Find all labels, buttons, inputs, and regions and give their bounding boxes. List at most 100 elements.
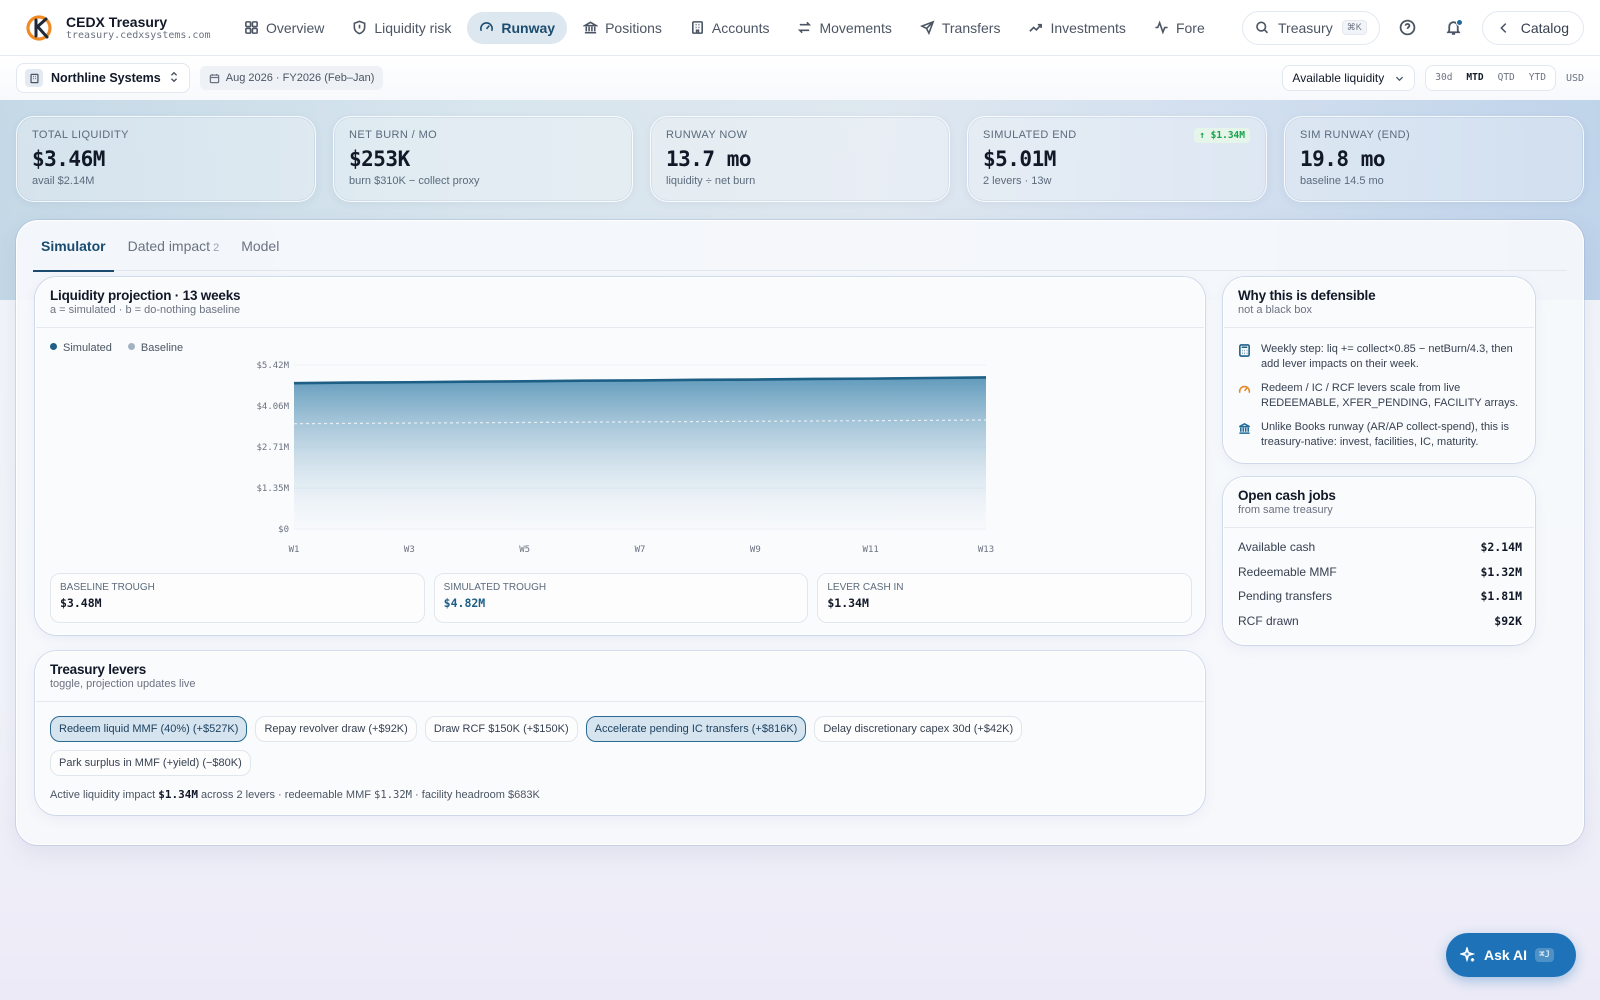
lever-chip-park-surplus[interactable]: Park surplus in MMF (+yield) (−$80K)	[50, 750, 251, 776]
card-subtitle: from same treasury	[1238, 504, 1333, 516]
nav-liquidity-risk[interactable]: Liquidity risk	[340, 12, 463, 44]
legend-item-baseline[interactable]: Baseline	[127, 342, 183, 354]
nav-positions[interactable]: Positions	[571, 12, 674, 44]
chart-legend: Simulated Baseline	[50, 342, 183, 354]
lever-chip-redeem-mmf[interactable]: Redeem liquid MMF (40%) (+$527K)	[50, 716, 248, 742]
legend-item-simulated[interactable]: Simulated	[50, 342, 112, 354]
kpi-value: $253K	[349, 147, 410, 171]
liquidity-type-select[interactable]: Available liquidity	[1282, 65, 1416, 91]
lever-chip-delay-capex[interactable]: Delay discretionary capex 30d (+$42K)	[814, 716, 1023, 742]
summary-mid: across 2 levers · redeemable MMF	[201, 789, 371, 801]
nav-movements[interactable]: Movements	[785, 12, 903, 44]
tab-model[interactable]: Model	[233, 235, 287, 271]
x-tick-label: W7	[635, 545, 646, 555]
kpi-value: 13.7 mo	[666, 147, 752, 171]
x-tick-label: W3	[404, 545, 415, 555]
search-button[interactable]: Treasury ⌘K	[1241, 10, 1380, 45]
cash-job-row[interactable]: Redeemable MMF $1.32M	[1238, 565, 1522, 590]
lever-chips: Redeem liquid MMF (40%) (+$527K) Repay r…	[50, 716, 1190, 776]
defensible-item: Redeem / IC / RCF levers scale from live…	[1238, 381, 1528, 411]
gauge-icon	[480, 22, 494, 32]
help-button[interactable]	[1390, 10, 1426, 46]
help-icon	[1399, 19, 1416, 36]
arrows-icon	[798, 21, 812, 34]
tab-dated-impact[interactable]: Dated impact 2	[120, 235, 228, 271]
stat-label: Lever cash in	[827, 582, 904, 593]
kpi-label: Net burn / mo	[349, 129, 438, 141]
ask-ai-button[interactable]: Ask AI ⌘J	[1446, 933, 1576, 977]
nav-label: Overview	[266, 19, 325, 36]
liquidity-type-value: Available liquidity	[1292, 71, 1385, 85]
range-mtd[interactable]: MTD	[1459, 68, 1490, 88]
cash-job-row[interactable]: Available cash $2.14M	[1238, 540, 1522, 565]
kpi-value: $3.46M	[32, 147, 105, 171]
brand-domain: treasury.cedxsystems.com	[66, 29, 211, 41]
nav-transfers[interactable]: Transfers	[908, 12, 1013, 44]
tab-label: Simulator	[41, 238, 106, 254]
send-icon	[919, 20, 935, 35]
org-selector[interactable]: Northline Systems	[16, 63, 190, 93]
tab-label: Model	[241, 238, 280, 254]
summary-mmf: $1.32M	[374, 789, 412, 801]
nav-label: Investments	[1050, 19, 1126, 36]
trend-icon	[1029, 23, 1043, 32]
catalog-button[interactable]: Catalog	[1481, 10, 1584, 45]
kpi-label: Total liquidity	[32, 129, 129, 141]
defensible-card: Why this is defensible not a black box W…	[1223, 277, 1535, 463]
nav-investments[interactable]: Investments	[1016, 12, 1137, 44]
search-label: Treasury	[1278, 19, 1333, 36]
sparkle-icon	[1460, 947, 1476, 963]
legend-dot	[127, 343, 135, 350]
stat-baseline-trough: Baseline trough $3.48M	[50, 573, 425, 623]
kpi-sub: baseline 14.5 mo	[1300, 175, 1384, 187]
bank-icon	[1239, 422, 1250, 434]
nav-runway[interactable]: Runway	[467, 11, 568, 44]
nav-label: Accounts	[711, 19, 770, 36]
summary-impact: $1.34M	[158, 788, 198, 801]
nav-forecast[interactable]: Fore	[1142, 12, 1217, 44]
stat-lever-cash-in: Lever cash in $1.34M	[817, 573, 1193, 623]
nav-overview[interactable]: Overview	[232, 12, 336, 44]
brand[interactable]: CEDX Treasury treasury.cedxsystems.com	[26, 14, 232, 42]
range-qtd[interactable]: QTD	[1491, 68, 1522, 88]
currency-label[interactable]: USD	[1566, 73, 1584, 84]
search-shortcut: ⌘K	[1341, 20, 1367, 35]
chevron-up-down-icon	[169, 71, 179, 86]
simulated-area	[294, 377, 986, 529]
delta-badge: ↑ $1.34M	[1194, 128, 1250, 143]
period-label: Aug 2026 · FY2026 (Feb–Jan)	[225, 72, 375, 84]
y-tick-label: $5.42M	[256, 361, 289, 371]
projection-chart[interactable]: $0 $1.35M $2.71M $4.06M $5.42M W1 W3 W5 W7 W9 W11 W…	[36, 358, 1206, 568]
brand-title: CEDX Treasury	[66, 13, 168, 30]
lever-chip-draw-rcf[interactable]: Draw RCF $150K (+$150K)	[424, 716, 578, 742]
x-tick-label: W13	[978, 545, 994, 555]
lever-chip-repay-revolver[interactable]: Repay revolver draw (+$92K)	[255, 716, 417, 742]
stat-label: Baseline trough	[60, 582, 155, 593]
job-label: Available cash	[1238, 540, 1316, 554]
cash-job-row[interactable]: Pending transfers $1.81M	[1238, 589, 1522, 614]
org-name: Northline Systems	[51, 71, 161, 85]
summary-suffix: · facility headroom $683K	[415, 789, 540, 801]
kpi-sub: burn $310K − collect proxy	[349, 175, 480, 187]
x-tick-label: W9	[750, 545, 761, 555]
period-selector[interactable]: Aug 2026 · FY2026 (Feb–Jan)	[199, 66, 384, 90]
card-title: Liquidity projection · 13 weeks	[50, 288, 241, 303]
lever-chip-accelerate-ic[interactable]: Accelerate pending IC transfers (+$816K)	[585, 716, 807, 742]
x-tick-label: W1	[289, 545, 300, 555]
notifications-button[interactable]	[1436, 10, 1472, 46]
y-tick-label: $0	[278, 525, 289, 535]
tab-simulator[interactable]: Simulator	[33, 235, 114, 272]
stat-simulated-trough: Simulated trough $4.82M	[433, 573, 809, 623]
stat-value: $1.34M	[827, 596, 869, 610]
range-segmented-control: 30d MTD QTD YTD	[1425, 65, 1556, 91]
cash-job-row[interactable]: RCF drawn $92K	[1238, 614, 1522, 639]
range-30d[interactable]: 30d	[1428, 68, 1459, 88]
cash-jobs-card: Open cash jobs from same treasury Availa…	[1223, 477, 1535, 645]
ask-ai-shortcut: ⌘J	[1535, 948, 1554, 962]
nav-accounts[interactable]: Accounts	[678, 12, 782, 44]
nav-label: Fore	[1175, 19, 1205, 36]
top-bar: CEDX Treasury treasury.cedxsystems.com O…	[0, 0, 1600, 56]
pulse-icon	[1155, 20, 1168, 35]
legend-label: Simulated	[63, 342, 112, 354]
range-ytd[interactable]: YTD	[1522, 68, 1553, 88]
